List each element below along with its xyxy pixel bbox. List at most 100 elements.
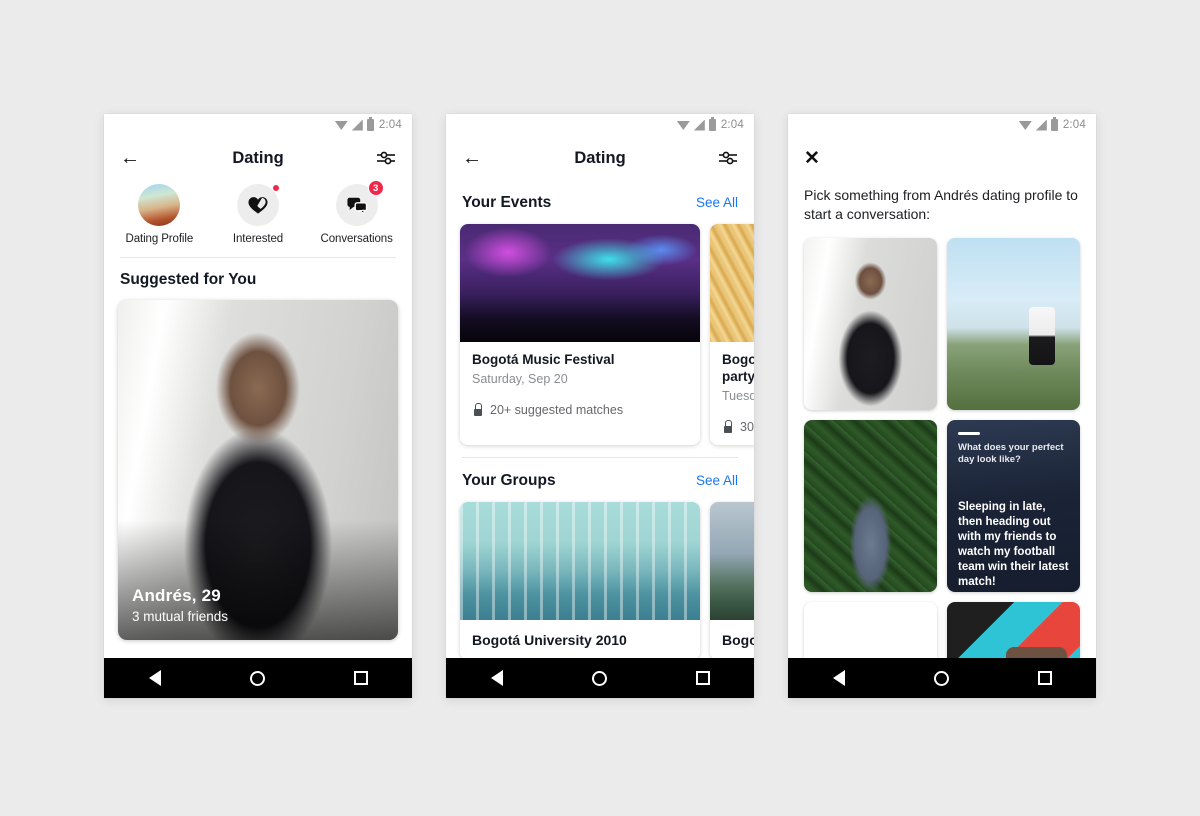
events-carousel[interactable]: Bogotá Music Festival Saturday, Sep 20 2… xyxy=(446,222,754,451)
group-title: Bogotá Hiking Club xyxy=(722,631,754,648)
shortcut-interested[interactable]: Interested xyxy=(212,184,304,245)
phone1-screen: ← Dating Dating Profile Interested 3 Con… xyxy=(104,136,412,658)
status-badge-dot xyxy=(271,184,280,192)
groups-see-all-link[interactable]: See All xyxy=(696,473,738,488)
event-card-footer: 30+ suggested matches xyxy=(722,420,754,434)
phone-mockup-dating-home: 2:04 ← Dating Dating Profile Interested … xyxy=(104,114,412,698)
battery-icon xyxy=(708,117,716,131)
screenshot-stage: 2:04 ← Dating Dating Profile Interested … xyxy=(0,0,1200,816)
cellular-signal-icon xyxy=(1035,119,1047,131)
question-text: What does your perfect day look like? xyxy=(958,441,1064,466)
android-nav-bar xyxy=(788,658,1096,698)
card-accent-bar xyxy=(958,431,980,435)
event-card-body: Bogotá Music Festival Saturday, Sep 20 2… xyxy=(460,342,700,428)
event-card[interactable]: Bogotá Music Festival Saturday, Sep 20 2… xyxy=(460,224,700,445)
question-answer-card[interactable]: What does your perfect day look like? Sl… xyxy=(947,419,1080,592)
cellular-signal-icon xyxy=(693,119,705,131)
event-date: Tuesday, Sep 23 xyxy=(722,388,754,403)
groups-carousel[interactable]: Bogotá University 2010 Bogotá Hiking Clu… xyxy=(446,500,754,658)
lock-icon xyxy=(722,420,733,434)
nav-home-icon[interactable] xyxy=(933,670,949,686)
nav-back-icon[interactable] xyxy=(148,670,161,686)
nav-recents-icon[interactable] xyxy=(353,671,368,685)
group-image xyxy=(710,501,754,620)
heart-icon xyxy=(236,184,280,226)
wifi-icon xyxy=(1018,121,1032,130)
phone1-app-header: ← Dating xyxy=(104,136,412,180)
status-badge-count: 3 xyxy=(367,180,384,196)
suggested-profile-card[interactable]: Andrés, 29 3 mutual friends xyxy=(118,300,398,640)
status-bar-time: 2:04 xyxy=(378,119,402,131)
status-bar: 2:04 xyxy=(446,114,754,136)
events-see-all-link[interactable]: See All xyxy=(696,195,738,210)
event-matches-count: 30+ suggested matches xyxy=(740,419,754,434)
back-arrow-icon[interactable]: ← xyxy=(462,148,482,168)
group-title: Bogotá University 2010 xyxy=(472,631,627,648)
event-card-body: Bogotá food truck by the lake party Tues… xyxy=(710,342,754,445)
wifi-icon xyxy=(334,121,348,130)
status-bar: 2:04 xyxy=(104,114,412,136)
nav-home-icon[interactable] xyxy=(591,670,607,686)
phone-mockup-events-groups: 2:04 ← Dating Your Events See All Bogotá… xyxy=(446,114,754,698)
nav-recents-icon[interactable] xyxy=(695,671,710,685)
groups-section-title: Your Groups xyxy=(462,471,556,489)
lock-icon xyxy=(472,403,483,417)
android-nav-bar xyxy=(446,658,754,698)
event-image xyxy=(710,224,754,342)
battery-icon xyxy=(1050,117,1058,131)
profile-name: Andrés, 29 xyxy=(132,586,221,605)
answer-text: Sleeping in late, then heading out with … xyxy=(958,501,1069,589)
battery-icon xyxy=(366,117,374,131)
events-section-header: Your Events See All xyxy=(446,180,754,222)
shortcut-label: Conversations xyxy=(320,233,393,245)
sliders-settings-icon[interactable] xyxy=(718,150,738,166)
phone3-app-header: ✕ xyxy=(788,136,1096,180)
phone-mockup-conversation-starter: 2:04 ✕ Pick something from Andrés dating… xyxy=(788,114,1096,698)
photo-pink-flowers[interactable] xyxy=(804,602,937,658)
close-x-icon[interactable]: ✕ xyxy=(804,149,820,168)
nav-home-icon[interactable] xyxy=(249,670,265,686)
status-icons xyxy=(334,117,374,131)
nav-back-icon[interactable] xyxy=(832,670,845,686)
photo-drone-hilltop[interactable] xyxy=(947,237,1080,410)
android-nav-bar xyxy=(104,658,412,698)
profile-card-text: Andrés, 29 3 mutual friends xyxy=(132,586,228,624)
status-icons xyxy=(1018,117,1058,131)
shortcut-label: Dating Profile xyxy=(125,233,194,245)
status-bar: 2:04 xyxy=(788,114,1096,136)
sliders-settings-icon[interactable] xyxy=(376,150,396,166)
profile-mutual-friends: 3 mutual friends xyxy=(132,609,229,624)
phone2-app-header: ← Dating xyxy=(446,136,754,180)
shortcut-label: Interested xyxy=(232,233,284,245)
event-title: Bogotá food truck by the lake party xyxy=(722,352,754,384)
shortcut-conversations[interactable]: 3 Conversations xyxy=(311,180,403,245)
status-icons xyxy=(676,117,716,131)
back-arrow-icon[interactable]: ← xyxy=(120,148,140,168)
groups-section-header: Your Groups See All xyxy=(446,458,754,500)
shortcut-dating-profile[interactable]: Dating Profile xyxy=(113,184,205,245)
profile-content-grid: What does your perfect day look like? Sl… xyxy=(788,237,1096,658)
cellular-signal-icon xyxy=(351,119,363,131)
wifi-icon xyxy=(676,121,690,130)
page-title: Dating xyxy=(574,148,626,167)
nav-back-icon[interactable] xyxy=(490,670,503,686)
photo-hedge-wall[interactable] xyxy=(804,419,937,592)
event-card-footer: 20+ suggested matches xyxy=(472,403,688,417)
event-date: Saturday, Sep 20 xyxy=(472,371,568,386)
nav-recents-icon[interactable] xyxy=(1037,671,1052,685)
chat-bubbles-icon: 3 xyxy=(335,180,384,226)
group-card[interactable]: Bogotá Hiking Club xyxy=(710,501,754,658)
event-title: Bogotá Music Festival xyxy=(472,352,615,367)
group-card[interactable]: Bogotá University 2010 xyxy=(460,501,700,658)
photo-street-mural[interactable] xyxy=(947,601,1080,658)
status-bar-time: 2:04 xyxy=(720,119,744,131)
phone3-screen: ✕ Pick something from Andrés dating prof… xyxy=(788,136,1096,658)
event-matches-count: 20+ suggested matches xyxy=(490,402,624,417)
photo-andres-portrait[interactable] xyxy=(804,237,937,410)
dating-shortcuts-row: Dating Profile Interested 3 Conversation… xyxy=(104,180,412,257)
group-image xyxy=(460,501,700,620)
profile-avatar-icon xyxy=(138,184,181,226)
event-card[interactable]: Bogotá food truck by the lake party Tues… xyxy=(710,224,754,445)
conversation-prompt-text: Pick something from Andrés dating profil… xyxy=(804,187,1078,222)
page-title: Dating xyxy=(232,148,284,167)
